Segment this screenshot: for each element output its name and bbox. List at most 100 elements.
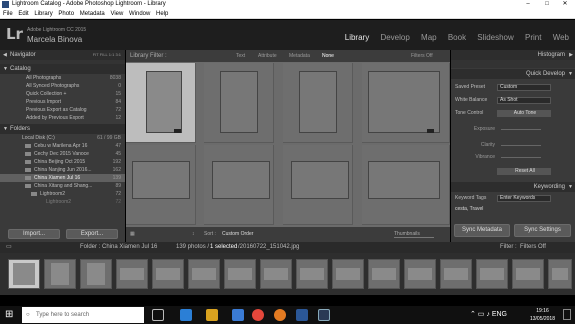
taskbar-search-box[interactable]: ○ Type here to search [22,307,144,323]
menu-edit[interactable]: Edit [18,11,28,17]
menu-file[interactable]: File [3,11,13,17]
filmstrip-thumbnail[interactable] [188,259,220,289]
monitor-icon[interactable]: ▭ [6,242,12,253]
catalog-item[interactable]: Previous Import 84 [0,98,125,106]
folder-item[interactable]: China Nanjing Jun 2016... 162 [0,166,125,174]
filmstrip-thumbnail[interactable] [512,259,544,289]
catalog-item[interactable]: All Photographs 8038 [0,74,125,82]
module-library[interactable]: Library [345,33,369,42]
grid-cell[interactable] [362,63,450,143]
thumbnail-size-slider[interactable] [394,237,434,238]
zoom-3-1[interactable]: 3:1 [115,52,121,57]
sync-metadata-button[interactable]: Sync Metadata [454,224,510,237]
menu-window[interactable]: Window [129,11,150,17]
lightroom-taskbar-icon[interactable] [318,309,330,321]
catalog-item[interactable]: Previous Export as Catalog 72 [0,106,125,114]
zoom-fit[interactable]: FIT [93,52,99,57]
filmstrip-filter-dropdown[interactable]: Filters Off [520,242,546,253]
filmstrip-thumbnail[interactable] [296,259,328,289]
folder-item[interactable]: China Beijing Oct 2015 192 [0,158,125,166]
white-balance-dropdown[interactable]: As Shot [497,97,551,104]
filmstrip-thumbnail[interactable] [44,259,76,289]
grid-cell[interactable] [204,63,274,143]
filter-tab-attribute[interactable]: Attribute [258,50,277,62]
firefox-icon[interactable] [274,309,286,321]
keywording-header[interactable]: Keywording ▼ [451,182,575,192]
filmstrip-thumbnail[interactable] [332,259,364,289]
grid-cell[interactable] [126,145,196,225]
filmstrip-thumbnail[interactable] [224,259,256,289]
export-button[interactable]: Export... [66,229,118,239]
filmstrip-thumbnail[interactable] [152,259,184,289]
histogram-header[interactable]: Histogram ▶ [451,50,575,60]
catalog-header[interactable]: ▼ Catalog [0,64,125,74]
menu-metadata[interactable]: Metadata [80,11,105,17]
catalog-item[interactable]: All Synced Photographs 0 [0,82,125,90]
grid-cell[interactable] [204,145,274,225]
filmstrip-thumbnail[interactable] [80,259,112,289]
menu-photo[interactable]: Photo [58,11,74,17]
auto-tone-button[interactable]: Auto Tone [497,110,551,117]
module-slideshow[interactable]: Slideshow [477,33,513,42]
menu-help[interactable]: Help [156,11,168,17]
catalog-item[interactable]: Quick Collection + 15 [0,90,125,98]
filmstrip-thumbnail[interactable] [260,259,292,289]
edge-browser-icon[interactable] [180,309,192,321]
filter-tab-text[interactable]: Text [236,50,245,62]
filmstrip-thumbnail[interactable] [548,259,572,289]
navigator-header[interactable]: ◀ Navigator FIT FILL 1:1 3:1 [0,50,125,60]
menu-view[interactable]: View [110,11,123,17]
chrome-icon[interactable] [252,309,264,321]
vibrance-slider[interactable] [501,157,541,158]
grid-cell[interactable] [283,145,353,225]
folder-item[interactable]: Cebu w Marilena Apr 16 47 [0,142,125,150]
filmstrip-thumbnail[interactable] [404,259,436,289]
filter-status[interactable]: Filters Off [411,50,433,62]
task-view-icon[interactable] [152,309,164,321]
clarity-slider[interactable] [501,145,541,146]
module-map[interactable]: Map [421,33,437,42]
folder-disk[interactable]: Local Disk (C:) 61 / 99 GB [0,134,125,142]
zoom-1-1[interactable]: 1:1 [109,52,115,57]
folder-item[interactable]: Cechy Dec 2015 Vanoce 45 [0,150,125,158]
store-icon[interactable] [232,309,244,321]
module-develop[interactable]: Develop [380,33,409,42]
saved-preset-dropdown[interactable]: Custom [497,84,551,91]
filmstrip-thumbnail[interactable] [440,259,472,289]
file-explorer-icon[interactable] [206,309,218,321]
keywords-field[interactable]: cesta, Travel [451,205,575,214]
filter-tab-none[interactable]: None [322,50,334,62]
quick-develop-header[interactable]: Quick Develop ▼ [451,69,575,79]
sort-order-dropdown[interactable]: Custom Order [222,227,253,242]
filmstrip-thumbnail[interactable] [116,259,148,289]
menu-library[interactable]: Library [34,11,52,17]
import-button[interactable]: Import... [8,229,60,239]
system-tray-icons[interactable]: ⌃ ▭ ♪ ENG [470,310,507,318]
module-print[interactable]: Print [525,33,541,42]
exposure-slider[interactable] [501,129,541,130]
folder-item-selected[interactable]: China Xiamen Jul 16 139 [0,174,125,182]
module-book[interactable]: Book [448,33,466,42]
taskbar-clock[interactable]: 19:16 13/05/2018 [530,307,555,323]
grid-view-icon[interactable]: ▦ [130,227,135,242]
sort-direction-icon[interactable]: ↕ [192,227,195,242]
windows-start-icon[interactable]: ⊞ [5,309,13,320]
sync-settings-button[interactable]: Sync Settings [514,224,571,237]
filmstrip-folder-path[interactable]: Folder : China Xiamen Jul 16 [80,242,157,253]
folder-item[interactable]: China Xitang and Shang... 89 [0,182,125,190]
filmstrip-thumbnail[interactable] [368,259,400,289]
close-button[interactable]: ✕ [556,0,574,9]
folders-header[interactable]: ▼ Folders [0,124,125,134]
keyword-tags-dropdown[interactable]: Enter Keywords [497,195,551,202]
action-center-icon[interactable] [563,309,571,320]
navigator-zoom-options[interactable]: FIT FILL 1:1 3:1 [93,50,121,60]
filmstrip-thumbnail-selected[interactable] [8,259,40,289]
zoom-fill[interactable]: FILL [100,52,108,57]
catalog-item[interactable]: Added by Previous Export 12 [0,114,125,122]
reset-all-button[interactable]: Reset All [497,168,551,175]
grid-cell-selected[interactable] [126,63,196,143]
folder-item[interactable]: Lightroom2 72 [0,198,125,206]
folder-item[interactable]: Lightroom2 72 [0,190,125,198]
filmstrip-thumbnail[interactable] [476,259,508,289]
maximize-button[interactable]: □ [538,0,556,9]
